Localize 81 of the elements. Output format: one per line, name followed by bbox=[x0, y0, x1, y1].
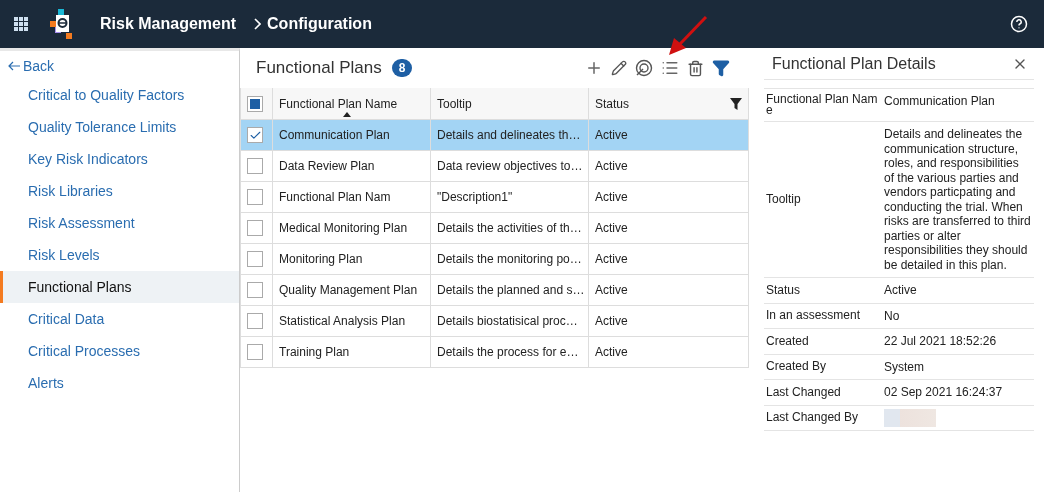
field-label: Status bbox=[765, 281, 802, 299]
sidebar-item[interactable]: Critical to Quality Factors bbox=[0, 79, 239, 111]
annotation-arrow bbox=[668, 16, 708, 56]
table-cell: Details the monitoring po… bbox=[431, 244, 589, 275]
help-icon[interactable] bbox=[1010, 15, 1028, 33]
details-title: Functional Plan Details bbox=[772, 54, 936, 73]
field-label: Last Changed bbox=[765, 383, 842, 401]
table-cell: Functional Plan Nam bbox=[273, 182, 431, 213]
field-label: Created bbox=[765, 332, 810, 350]
field-label: Tooltip bbox=[765, 191, 802, 208]
field-value: Active bbox=[883, 282, 918, 299]
row-checkbox[interactable] bbox=[247, 127, 263, 143]
sidebar-item[interactable]: Critical Data bbox=[0, 303, 239, 335]
table-cell: Monitoring Plan bbox=[273, 244, 431, 275]
column-header[interactable]: Status bbox=[589, 88, 749, 120]
table-cell: Active bbox=[589, 151, 749, 182]
field-value: 22 Jul 2021 18:52:26 bbox=[883, 333, 998, 350]
table-cell: Training Plan bbox=[273, 337, 431, 368]
breadcrumb: Configuration bbox=[267, 15, 372, 33]
table-cell: Statistical Analysis Plan bbox=[273, 306, 431, 337]
edit-icon[interactable] bbox=[611, 60, 627, 76]
table-cell: "Description1" bbox=[431, 182, 589, 213]
sidebar-item[interactable]: Alerts bbox=[0, 367, 239, 399]
row-checkbox[interactable] bbox=[247, 220, 263, 236]
table-cell: Active bbox=[589, 244, 749, 275]
count-badge: 8 bbox=[391, 59, 413, 77]
field-label: In an assessment bbox=[765, 307, 862, 325]
filter-icon[interactable] bbox=[712, 59, 730, 77]
column-header[interactable]: Functional Plan Name bbox=[273, 88, 431, 120]
app-title: Risk Management bbox=[100, 15, 237, 33]
list-title: Functional Plans bbox=[256, 58, 382, 78]
field-value: 02 Sep 2021 16:24:37 bbox=[883, 384, 1004, 401]
field-value: System bbox=[883, 358, 925, 376]
arrow-left-icon bbox=[8, 61, 20, 71]
table-cell: Data Review Plan bbox=[273, 151, 431, 182]
sidebar-item[interactable]: Key Risk Indicators bbox=[0, 143, 239, 175]
table-cell: Details the activities of th… bbox=[431, 213, 589, 244]
list-icon[interactable] bbox=[661, 59, 679, 77]
row-checkbox[interactable] bbox=[247, 344, 263, 360]
chevron-icon bbox=[254, 18, 262, 30]
table-cell: Active bbox=[589, 306, 749, 337]
table-cell: Active bbox=[589, 275, 749, 306]
row-checkbox[interactable] bbox=[247, 158, 263, 174]
add-icon[interactable] bbox=[585, 59, 603, 77]
field-value: Details and delineates the communication structure, roles, and responsibilities of the various parties and vendors particpating and conducting the trial. When risks are transferred to third parties or alter responsibilities they should be detailed in this plan. bbox=[883, 126, 1032, 274]
table-cell: Active bbox=[589, 213, 749, 244]
row-checkbox[interactable] bbox=[247, 282, 263, 298]
target-icon[interactable] bbox=[635, 59, 653, 77]
field-label: Created By bbox=[765, 358, 828, 376]
table-cell: Data review objectives to… bbox=[431, 151, 589, 182]
column-filter-icon[interactable] bbox=[730, 97, 742, 110]
table-cell: Details biostatisical proc… bbox=[431, 306, 589, 337]
sidebar-item[interactable]: Risk Levels bbox=[0, 239, 239, 271]
redacted-value bbox=[884, 408, 936, 427]
back-link[interactable]: Back bbox=[0, 53, 239, 79]
select-all-checkbox[interactable] bbox=[247, 95, 263, 112]
row-checkbox[interactable] bbox=[247, 251, 263, 267]
logo-icon bbox=[50, 9, 74, 39]
field-value: Communication Plan bbox=[883, 93, 996, 110]
sidebar-item[interactable]: Functional Plans bbox=[0, 271, 239, 303]
field-label: Last Changed By bbox=[765, 409, 860, 426]
row-checkbox[interactable] bbox=[247, 189, 263, 205]
table-cell: Active bbox=[589, 182, 749, 213]
sidebar-item[interactable]: Risk Libraries bbox=[0, 175, 239, 207]
field-value: No bbox=[883, 307, 901, 325]
delete-icon[interactable] bbox=[687, 59, 704, 77]
table-cell: Active bbox=[589, 120, 749, 151]
grid-icon[interactable] bbox=[14, 17, 28, 31]
sidebar-item[interactable]: Quality Tolerance Limits bbox=[0, 111, 239, 143]
table-cell: Quality Management Plan bbox=[273, 275, 431, 306]
table-cell: Active bbox=[589, 337, 749, 368]
sidebar-item[interactable]: Risk Assessment bbox=[0, 207, 239, 239]
sidebar-item[interactable]: Critical Processes bbox=[0, 335, 239, 367]
column-header[interactable]: Tooltip bbox=[431, 88, 589, 120]
table-cell: Details the planned and s… bbox=[431, 275, 589, 306]
field-label: Functional Plan Name bbox=[765, 91, 879, 119]
table-cell: Medical Monitoring Plan bbox=[273, 213, 431, 244]
table-cell: Communication Plan bbox=[273, 120, 431, 151]
table-cell: Details the process for e… bbox=[431, 337, 589, 368]
table-cell: Details and delineates th… bbox=[431, 120, 589, 151]
row-checkbox[interactable] bbox=[247, 313, 263, 329]
